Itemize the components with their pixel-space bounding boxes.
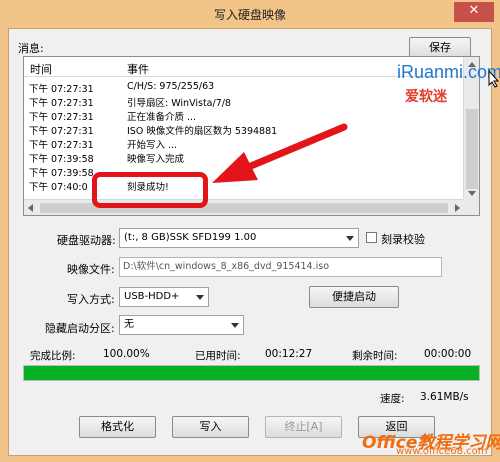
format-button[interactable]: 格式化 bbox=[79, 416, 156, 438]
elapsed-label: 已用时间: bbox=[195, 350, 241, 362]
percent-label: 完成比例: bbox=[30, 350, 76, 362]
hidden-partition-label: 隐藏启动分区: bbox=[45, 322, 115, 335]
chevron-down-icon bbox=[231, 323, 239, 328]
hidden-partition-select[interactable]: 无 bbox=[119, 315, 244, 335]
write-button[interactable]: 写入 bbox=[172, 416, 249, 438]
image-file-field[interactable]: D:\软件\cn_windows_8_x86_dvd_915414.iso bbox=[119, 257, 442, 277]
window: 写入硬盘映像 ✕ 消息: 保存 时间 事件 下午 07:27:31 C/H/S:… bbox=[0, 0, 500, 462]
quick-boot-button[interactable]: 便捷启动 bbox=[309, 286, 399, 308]
mouse-cursor-icon bbox=[488, 70, 500, 88]
verify-label: 刻录校验 bbox=[381, 233, 425, 246]
abort-button[interactable]: 终止[A] bbox=[265, 416, 342, 438]
progress-bar bbox=[23, 365, 480, 381]
remaining-label: 剩余时间: bbox=[352, 350, 398, 362]
office68-watermark-url: www.office68.com bbox=[396, 446, 488, 457]
write-mode-label: 写入方式: bbox=[67, 293, 115, 306]
remaining-value: 00:00:00 bbox=[424, 348, 472, 360]
verify-checkbox[interactable] bbox=[366, 232, 377, 243]
drive-select-value: (t:, 8 GB)SSK SFD199 1.00 bbox=[124, 232, 257, 243]
write-mode-value: USB-HDD+ bbox=[124, 291, 180, 302]
progress-fill bbox=[24, 366, 479, 380]
hidden-partition-value: 无 bbox=[124, 319, 134, 330]
percent-value: 100.00% bbox=[103, 348, 150, 360]
success-highlight-box bbox=[92, 172, 208, 208]
drive-select[interactable]: (t:, 8 GB)SSK SFD199 1.00 bbox=[119, 228, 359, 248]
image-file-label: 映像文件: bbox=[67, 263, 115, 276]
chevron-down-icon bbox=[346, 236, 354, 241]
drive-label: 硬盘驱动器: bbox=[57, 234, 116, 247]
speed-label: 速度: bbox=[380, 393, 405, 405]
speed-value: 3.61MB/s bbox=[420, 391, 469, 403]
chevron-down-icon bbox=[196, 295, 204, 300]
elapsed-value: 00:12:27 bbox=[265, 348, 313, 360]
write-mode-select[interactable]: USB-HDD+ bbox=[119, 287, 209, 307]
